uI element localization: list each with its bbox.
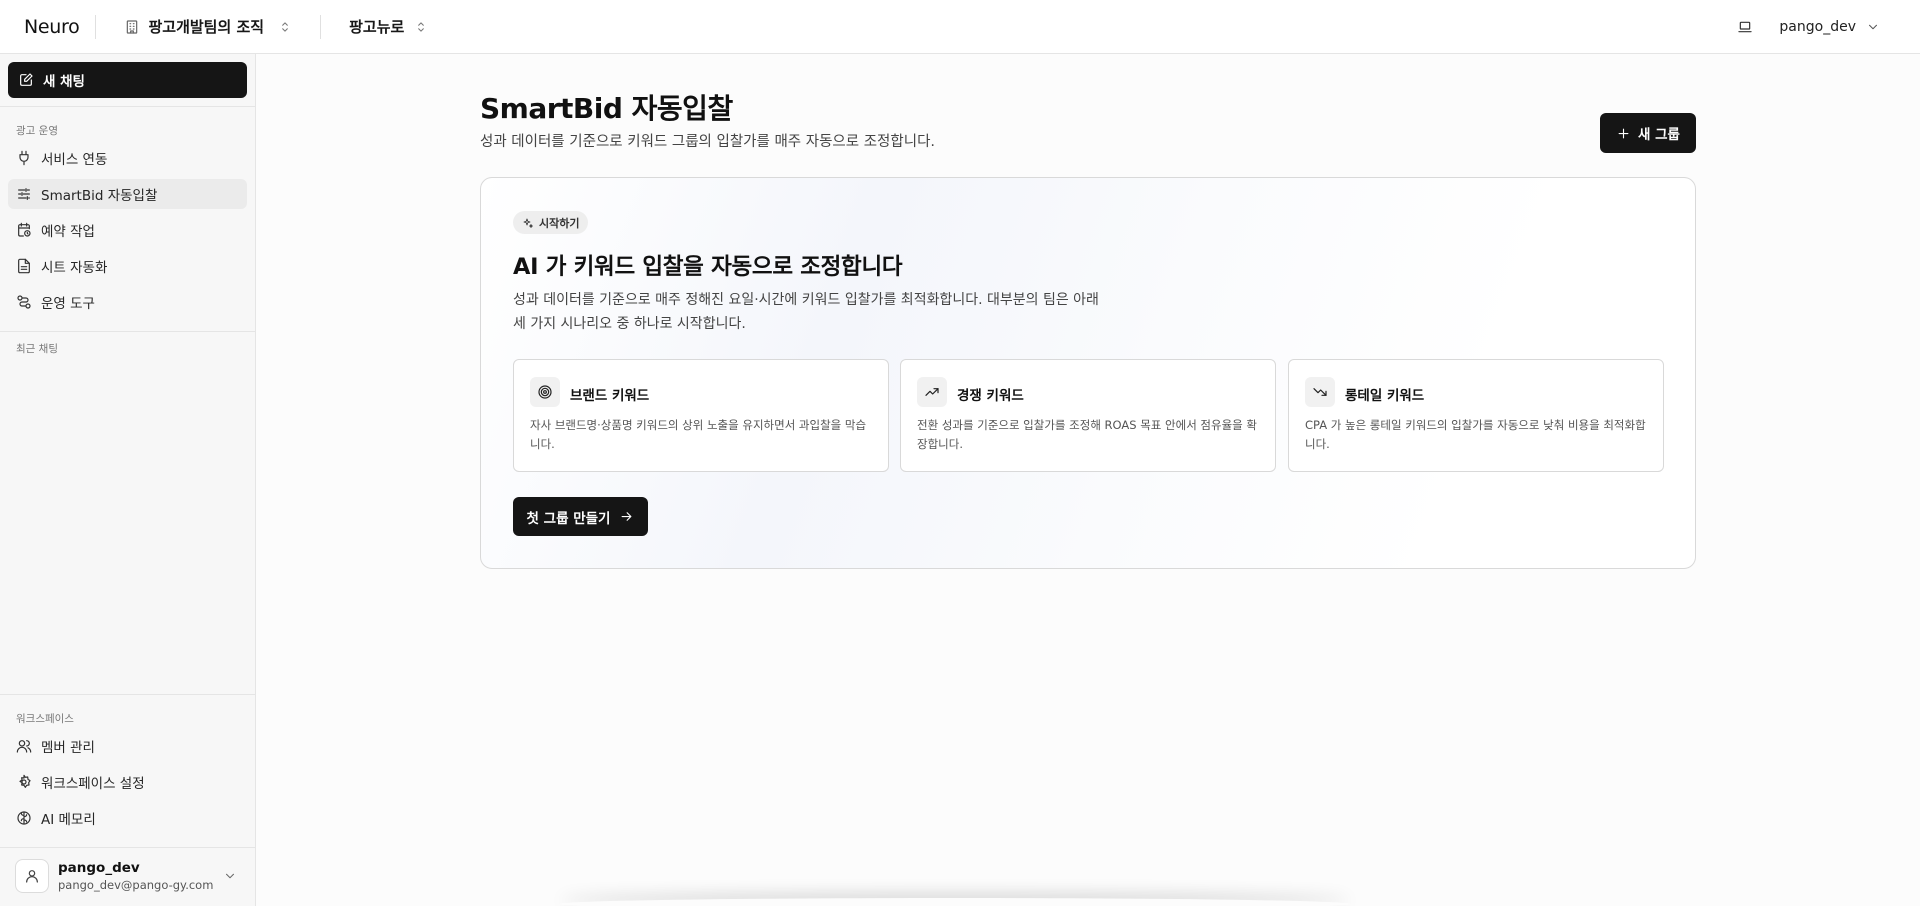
section-label-workspace: 워크스페이스 — [16, 713, 74, 725]
scenario-card-longtail[interactable]: 롱테일 키워드 CPA 가 높은 롱테일 키워드의 입찰가를 자동으로 낮춰 비… — [1288, 359, 1664, 472]
divider — [0, 694, 256, 695]
new-chat-button[interactable]: 새 채팅 — [8, 62, 247, 98]
chevron-down-icon — [223, 869, 237, 883]
sidebar-item-scheduled-jobs[interactable]: 예약 작업 — [8, 215, 247, 245]
plus-icon — [1616, 126, 1631, 141]
sidebar-item-workspace-settings[interactable]: 워크스페이스 설정 — [8, 767, 247, 797]
scenario-description: CPA 가 높은 롱테일 키워드의 입찰가를 자동으로 낮춰 비용을 최적화합니… — [1305, 418, 1646, 451]
sidebar-item-ops-tools[interactable]: 운영 도구 — [8, 287, 247, 317]
badge-label: 시작하기 — [539, 216, 580, 230]
sparkles-icon — [522, 217, 534, 229]
brain-icon — [16, 810, 32, 826]
project-name: 팡고뉴로 — [349, 18, 405, 36]
sidebar-item-ai-memory[interactable]: AI 메모리 — [8, 803, 247, 833]
building-icon — [124, 19, 140, 35]
sidebar-item-label: 예약 작업 — [41, 224, 95, 240]
scenario-card-competitive[interactable]: 경쟁 키워드 전환 성과를 기준으로 입찰가를 조정해 ROAS 목표 안에서 … — [900, 359, 1276, 472]
target-icon — [530, 377, 560, 407]
scenario-description: 전환 성과를 기준으로 입찰가를 조정해 ROAS 목표 안에서 점유율을 확장… — [917, 418, 1257, 451]
sidebar: 새 채팅 광고 운영 서비스 연동 SmartBid 자동입찰 예약 작업 시트… — [0, 54, 256, 906]
scenario-title: 브랜드 키워드 — [570, 388, 650, 404]
org-switcher[interactable]: 팡고개발팀의 조직 — [124, 16, 292, 37]
create-first-group-label: 첫 그룹 만들기 — [526, 510, 611, 527]
sidebar-item-label: 서비스 연동 — [41, 152, 108, 168]
sidebar-item-service-integration[interactable]: 서비스 연동 — [8, 143, 247, 173]
sidebar-item-label: 워크스페이스 설정 — [41, 776, 145, 792]
sidebar-user-card[interactable]: pango_dev pango_dev@pango-gy.com — [8, 854, 247, 898]
route-icon — [16, 294, 32, 310]
new-chat-label: 새 채팅 — [43, 74, 85, 90]
calendar-clock-icon — [16, 222, 32, 238]
new-group-button[interactable]: 새 그룹 — [1600, 113, 1696, 153]
section-label-ads-ops: 광고 운영 — [16, 125, 58, 137]
sidebar-item-label: 멤버 관리 — [41, 740, 95, 756]
page-title: SmartBid 자동입찰 — [480, 92, 733, 125]
sidebar-item-label: 시트 자동화 — [41, 260, 108, 276]
user-icon — [24, 868, 40, 884]
divider — [0, 847, 256, 848]
sidebar-item-members[interactable]: 멤버 관리 — [8, 731, 247, 761]
sidebar-item-label: 운영 도구 — [41, 296, 95, 312]
getting-started-badge: 시작하기 — [513, 211, 589, 234]
users-icon — [16, 738, 32, 754]
trending-up-icon — [917, 377, 947, 407]
chevrons-up-down-icon — [414, 20, 428, 34]
divider — [320, 14, 322, 39]
arrow-right-icon — [619, 509, 634, 524]
laptop-icon[interactable] — [1737, 19, 1753, 35]
sliders-icon — [16, 186, 32, 202]
avatar — [15, 859, 49, 893]
scenario-title: 경쟁 키워드 — [957, 388, 1024, 404]
brand-logo[interactable]: Neuro — [24, 16, 80, 38]
user-menu[interactable]: pango_dev — [1779, 19, 1880, 35]
plug-icon — [16, 150, 32, 166]
create-first-group-button[interactable]: 첫 그룹 만들기 — [513, 497, 648, 536]
edit-icon — [18, 72, 34, 88]
scenario-card-brand[interactable]: 브랜드 키워드 자사 브랜드명·상품명 키워드의 상위 노출을 유지하면서 과입… — [513, 359, 889, 472]
divider — [95, 14, 97, 39]
org-name: 팡고개발팀의 조직 — [148, 18, 265, 36]
chevrons-up-down-icon — [278, 20, 292, 34]
card-title: AI 가 키워드 입찰을 자동으로 조정합니다 — [513, 254, 903, 280]
getting-started-card: 시작하기 AI 가 키워드 입찰을 자동으로 조정합니다 성과 데이터를 기준으… — [480, 177, 1696, 569]
user-menu-name: pango_dev — [1779, 18, 1856, 35]
user-name: pango_dev — [58, 860, 140, 876]
scenario-title: 롱테일 키워드 — [1345, 388, 1425, 404]
sidebar-item-label: SmartBid 자동입찰 — [41, 188, 158, 204]
gear-icon — [16, 774, 32, 790]
user-email: pango_dev@pango-gy.com — [58, 878, 214, 892]
divider — [0, 331, 256, 332]
bottom-panel-shadow — [560, 898, 1350, 906]
scenario-description: 자사 브랜드명·상품명 키워드의 상위 노출을 유지하면서 과입찰을 막습니다. — [530, 418, 867, 451]
card-description: 성과 데이터를 기준으로 매주 정해진 요일·시간에 키워드 입찰가를 최적화합… — [513, 292, 1099, 332]
section-label-recent-chats: 최근 채팅 — [16, 343, 58, 355]
project-switcher[interactable]: 팡고뉴로 — [349, 16, 428, 37]
page-subtitle: 성과 데이터를 기준으로 키워드 그룹의 입찰가를 매주 자동으로 조정합니다. — [480, 134, 936, 150]
sidebar-item-label: AI 메모리 — [41, 812, 96, 828]
new-group-label: 새 그룹 — [1638, 127, 1680, 143]
sidebar-item-smartbid[interactable]: SmartBid 자동입찰 — [8, 179, 247, 209]
sidebar-item-sheet-automation[interactable]: 시트 자동화 — [8, 251, 247, 281]
top-bar: Neuro 팡고개발팀의 조직 팡고뉴로 pango_dev — [0, 0, 1920, 54]
chevron-down-icon — [1866, 20, 1880, 34]
divider — [0, 106, 256, 107]
sheet-icon — [16, 258, 32, 274]
trending-down-icon — [1305, 377, 1335, 407]
